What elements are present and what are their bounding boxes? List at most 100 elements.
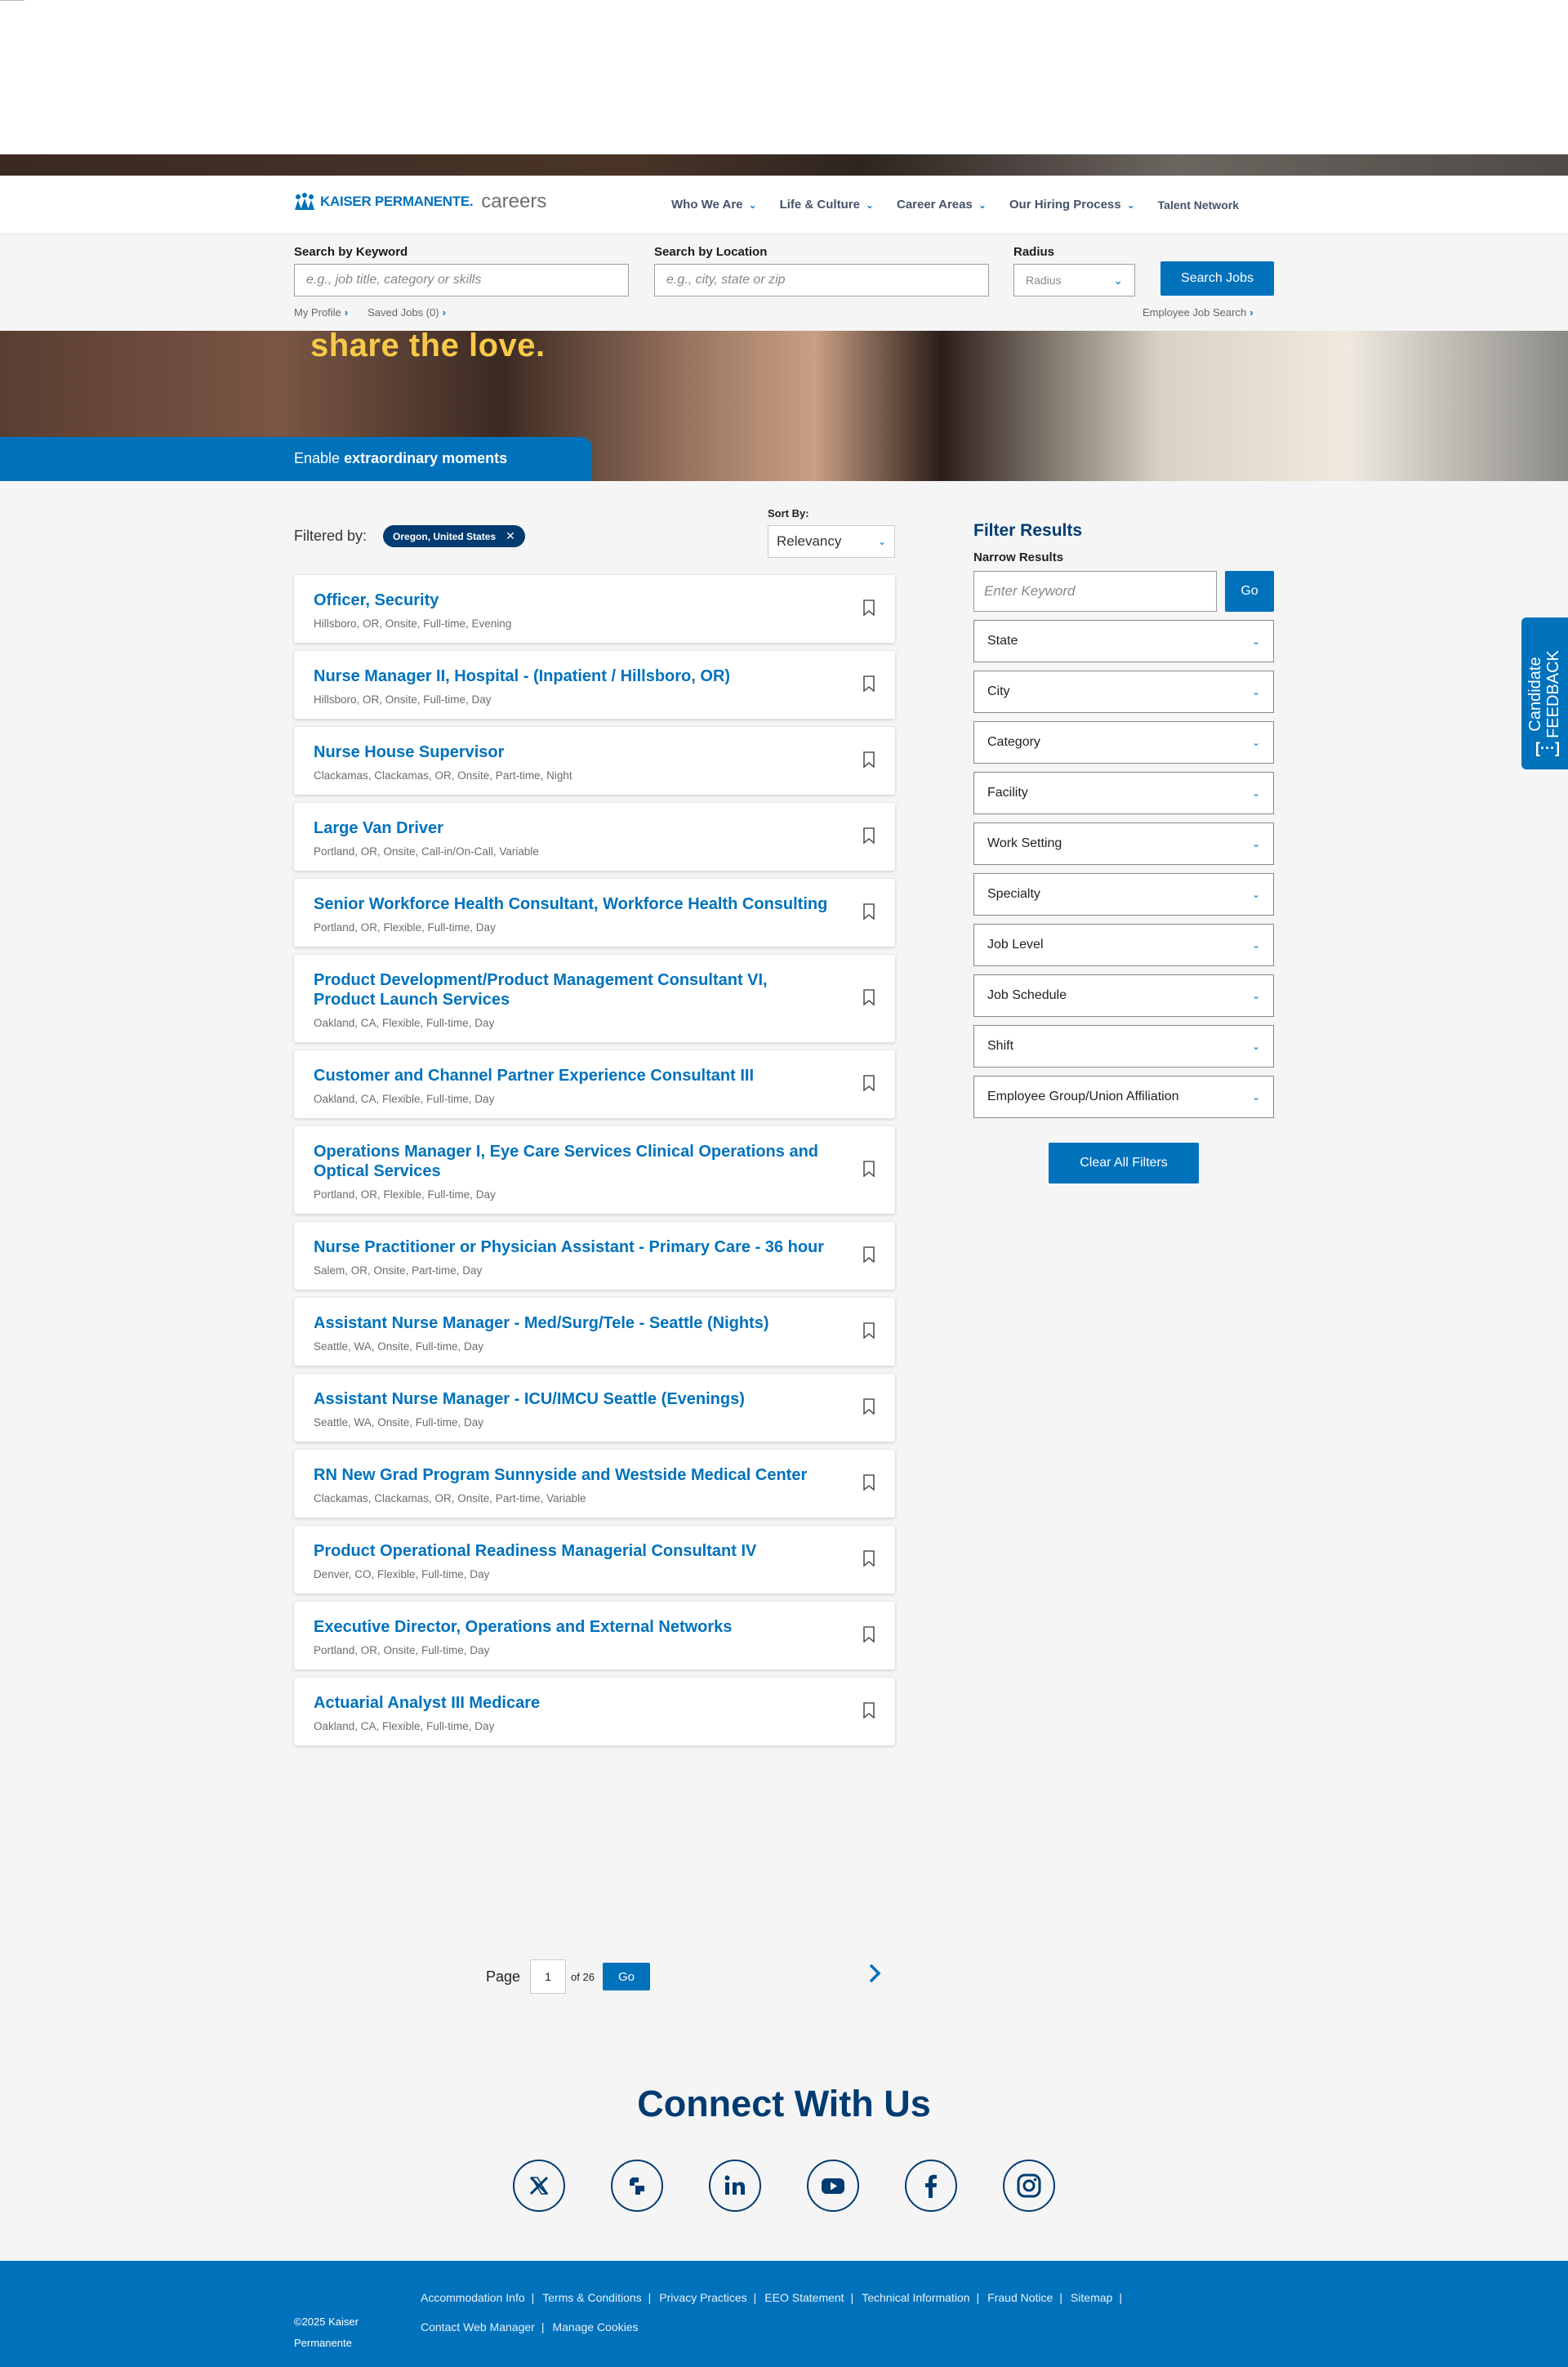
footer-link[interactable]: Privacy Practices <box>659 2291 746 2304</box>
youtube-icon[interactable] <box>807 2160 859 2212</box>
location-input[interactable]: e.g., city, state or zip <box>654 264 989 296</box>
job-card[interactable]: Nurse House Supervisor Clackamas, Clackam… <box>294 727 895 795</box>
filter-dropdown-facility[interactable]: Facility ⌄ <box>973 772 1274 814</box>
job-card[interactable]: Customer and Channel Partner Experience … <box>294 1050 895 1118</box>
job-title-link[interactable]: Assistant Nurse Manager - Med/Surg/Tele … <box>314 1313 830 1333</box>
job-card[interactable]: Assistant Nurse Manager - Med/Surg/Tele … <box>294 1298 895 1366</box>
job-title-link[interactable]: Large Van Driver <box>314 818 830 838</box>
filter-dropdown-work-setting[interactable]: Work Setting ⌄ <box>973 822 1274 865</box>
search-jobs-button[interactable]: Search Jobs <box>1160 261 1274 296</box>
nav-talent-network[interactable]: Talent Network <box>1158 198 1239 212</box>
radius-select[interactable]: Radius ⌄ <box>1013 264 1135 296</box>
job-card[interactable]: Nurse Manager II, Hospital - (Inpatient … <box>294 651 895 719</box>
filter-dropdown-category[interactable]: Category ⌄ <box>973 721 1274 764</box>
active-filter-chip[interactable]: Oregon, United States ✕ <box>383 525 525 547</box>
bookmark-icon[interactable] <box>862 1474 875 1491</box>
filter-dropdown-city[interactable]: City ⌄ <box>973 671 1274 713</box>
job-title-link[interactable]: Customer and Channel Partner Experience … <box>314 1066 830 1085</box>
nav-who-we-are[interactable]: Who We Are ⌄ <box>671 198 757 212</box>
sort-select[interactable]: Relevancy ⌄ <box>768 525 895 558</box>
nav-hiring-process[interactable]: Our Hiring Process ⌄ <box>1009 198 1135 212</box>
bookmark-icon[interactable] <box>862 1246 875 1263</box>
footer-link[interactable]: Accommodation Info <box>421 2291 525 2304</box>
filter-dropdown-job-schedule[interactable]: Job Schedule ⌄ <box>973 974 1274 1017</box>
job-title-link[interactable]: Nurse Practitioner or Physician Assistan… <box>314 1237 830 1257</box>
job-title-link[interactable]: Assistant Nurse Manager - ICU/IMCU Seatt… <box>314 1389 830 1409</box>
close-icon[interactable]: ✕ <box>506 529 515 543</box>
job-card[interactable]: RN New Grad Program Sunnyside and Westsi… <box>294 1450 895 1518</box>
job-title-link[interactable]: Actuarial Analyst III Medicare <box>314 1693 830 1713</box>
bookmark-icon[interactable] <box>862 1322 875 1339</box>
filter-dropdown-job-level[interactable]: Job Level ⌄ <box>973 924 1274 966</box>
footer-link[interactable]: Terms & Conditions <box>542 2291 641 2304</box>
filter-dropdown-shift[interactable]: Shift ⌄ <box>973 1025 1274 1068</box>
job-title-link[interactable]: Nurse Manager II, Hospital - (Inpatient … <box>314 666 830 686</box>
employee-search-link[interactable]: Employee Job Search › <box>1143 306 1254 319</box>
filter-dropdown-state[interactable]: State ⌄ <box>973 620 1274 662</box>
footer-link[interactable]: Technical Information <box>862 2291 969 2304</box>
job-title-link[interactable]: Executive Director, Operations and Exter… <box>314 1617 830 1637</box>
job-title-link[interactable]: RN New Grad Program Sunnyside and Westsi… <box>314 1465 830 1485</box>
filter-dropdown-specialty[interactable]: Specialty ⌄ <box>973 873 1274 916</box>
my-profile-link[interactable]: My Profile › <box>294 306 348 319</box>
nav-life-culture[interactable]: Life & Culture ⌄ <box>780 198 874 212</box>
linkedin-icon[interactable] <box>709 2160 761 2212</box>
instagram-icon[interactable] <box>1003 2160 1055 2212</box>
job-card[interactable]: Actuarial Analyst III Medicare Oakland, C… <box>294 1678 895 1745</box>
glassdoor-icon[interactable] <box>611 2160 663 2212</box>
bookmark-icon[interactable] <box>862 1626 875 1643</box>
job-title-link[interactable]: Senior Workforce Health Consultant, Work… <box>314 894 830 914</box>
footer-link[interactable]: Contact Web Manager <box>421 2320 535 2334</box>
job-card[interactable]: Operations Manager I, Eye Care Services … <box>294 1126 895 1214</box>
job-title-link[interactable]: Nurse House Supervisor <box>314 742 830 762</box>
bookmark-icon[interactable] <box>862 600 875 616</box>
hero-headline: share the love. <box>310 331 546 363</box>
candidate-feedback-tab[interactable]: Candidate FEEDBACK [···] <box>1521 617 1568 769</box>
page-go-button[interactable]: Go <box>602 1963 650 1990</box>
job-card[interactable]: Officer, Security Hillsboro, OR, Onsite, … <box>294 575 895 643</box>
bookmark-icon[interactable] <box>862 1161 875 1177</box>
bookmark-icon[interactable] <box>862 751 875 768</box>
job-card[interactable]: Product Development/Product Management C… <box>294 955 895 1042</box>
bookmark-icon[interactable] <box>862 903 875 920</box>
job-card[interactable]: Assistant Nurse Manager - ICU/IMCU Seatt… <box>294 1374 895 1442</box>
filter-dropdown-employee-group-union-affiliation[interactable]: Employee Group/Union Affiliation ⌄ <box>973 1076 1274 1118</box>
filter-dropdown-label: Shift <box>987 1039 1014 1053</box>
bookmark-icon[interactable] <box>862 1702 875 1718</box>
narrow-go-button[interactable]: Go <box>1225 571 1274 612</box>
page-number-input[interactable]: 1 <box>530 1959 567 1994</box>
footer-link[interactable]: Manage Cookies <box>552 2320 638 2334</box>
x-twitter-icon[interactable] <box>513 2160 565 2212</box>
bookmark-icon[interactable] <box>862 675 875 692</box>
bookmark-icon[interactable] <box>862 989 875 1005</box>
chevron-down-icon: ⌄ <box>877 536 886 547</box>
job-title-link[interactable]: Product Development/Product Management C… <box>314 970 830 1010</box>
bookmark-icon[interactable] <box>862 827 875 844</box>
footer-link[interactable]: EEO Statement <box>764 2291 844 2304</box>
pagination: Page 1 of 26 Go <box>486 1959 650 1994</box>
logo[interactable]: KAISER PERMANENTE. careers <box>294 190 546 213</box>
job-card[interactable]: Product Operational Readiness Managerial… <box>294 1526 895 1594</box>
job-meta: Hillsboro, OR, Onsite, Full-time, Day <box>314 693 492 706</box>
filter-dropdown-label: City <box>987 684 1010 698</box>
job-card[interactable]: Nurse Practitioner or Physician Assistan… <box>294 1222 895 1290</box>
clear-filters-button[interactable]: Clear All Filters <box>1049 1143 1199 1184</box>
nav-career-areas[interactable]: Career Areas ⌄ <box>897 198 987 212</box>
bookmark-icon[interactable] <box>862 1398 875 1415</box>
job-card[interactable]: Large Van Driver Portland, OR, Onsite, Ca… <box>294 803 895 871</box>
job-title-link[interactable]: Product Operational Readiness Managerial… <box>314 1541 830 1561</box>
chevron-right-icon: › <box>442 306 446 319</box>
job-card[interactable]: Executive Director, Operations and Exter… <box>294 1602 895 1669</box>
footer-link[interactable]: Sitemap <box>1071 2291 1112 2304</box>
keyword-input[interactable]: e.g., job title, category or skills <box>294 264 629 296</box>
bookmark-icon[interactable] <box>862 1075 875 1091</box>
job-title-link[interactable]: Operations Manager I, Eye Care Services … <box>314 1142 830 1181</box>
next-page-icon[interactable] <box>867 1962 884 1985</box>
facebook-icon[interactable] <box>905 2160 957 2212</box>
job-card[interactable]: Senior Workforce Health Consultant, Work… <box>294 879 895 947</box>
bookmark-icon[interactable] <box>862 1550 875 1567</box>
saved-jobs-link[interactable]: Saved Jobs (0) › <box>368 306 446 319</box>
job-title-link[interactable]: Officer, Security <box>314 591 830 610</box>
narrow-keyword-input[interactable]: Enter Keyword <box>973 571 1217 612</box>
footer-link[interactable]: Fraud Notice <box>987 2291 1053 2304</box>
